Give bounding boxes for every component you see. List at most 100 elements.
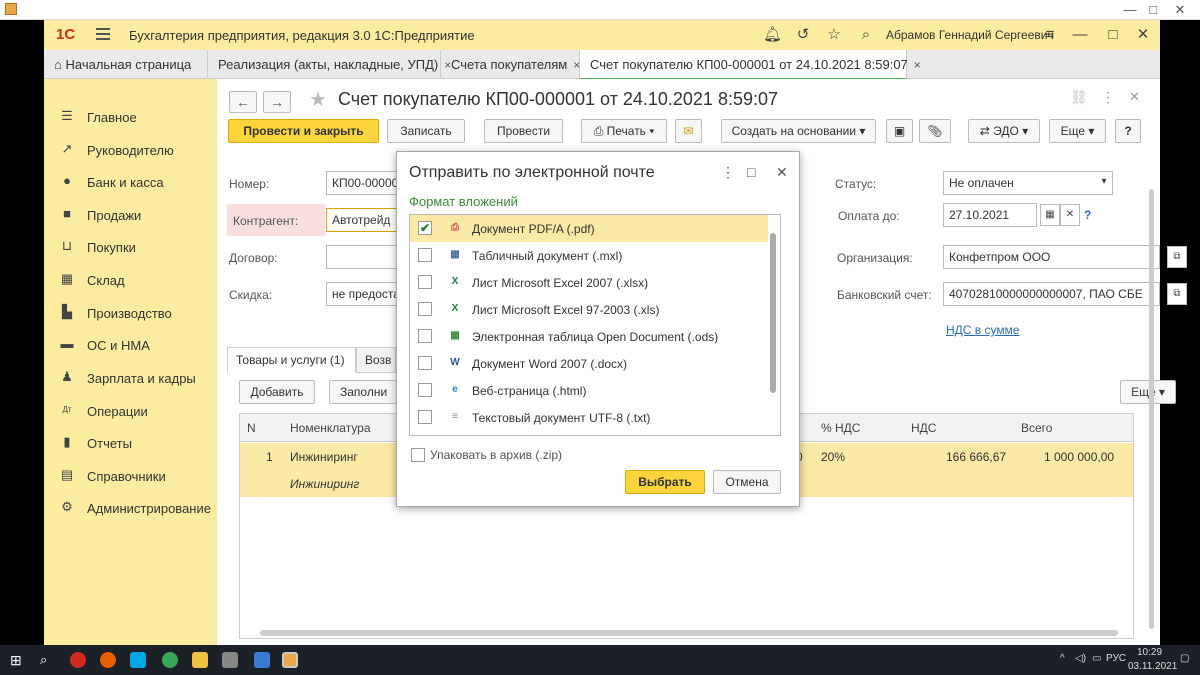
discount-field[interactable]: не предоста [326, 282, 406, 306]
app-icon[interactable] [222, 652, 238, 668]
email-icon[interactable]: ✉ [675, 119, 702, 143]
back-button[interactable]: ← [229, 91, 257, 113]
print-button[interactable]: ⎙ Печать ▾ [581, 119, 667, 143]
calendar-icon[interactable]: ▦ [1040, 204, 1060, 226]
user-name[interactable]: Абрамов Геннадий Сергеевич [886, 28, 1054, 42]
list-item[interactable]: ▦ Электронная таблица Open Document (.ods… [410, 323, 768, 350]
close-form-icon[interactable]: ✕ [1129, 89, 1140, 105]
bank-account-field[interactable]: 40702810000000000007, ПАО СБЕ [943, 282, 1160, 306]
sidebar-item-assets[interactable]: ▬ ОС и НМА [44, 330, 217, 360]
dialog-maximize-icon[interactable]: □ [747, 164, 755, 180]
checkbox[interactable] [418, 248, 432, 262]
close-icon[interactable]: ✕ [1170, 2, 1190, 18]
checkbox[interactable] [418, 383, 432, 397]
maximize-icon[interactable]: □ [1143, 2, 1163, 18]
sidebar-item-admin[interactable]: ⚙ Администрирование [44, 493, 217, 523]
history-icon[interactable]: ↺ [794, 26, 812, 44]
tab-sales[interactable]: Реализация (акты, накладные, УПД) × [208, 50, 451, 79]
cancel-button[interactable]: Отмена [713, 470, 781, 494]
checkbox[interactable] [418, 302, 432, 316]
edo-button[interactable]: ⇄ ЭДО ▾ [968, 119, 1040, 143]
bell-icon[interactable]: 🔔︎ [763, 26, 782, 44]
list-scrollbar[interactable] [770, 233, 776, 393]
sidebar-item-sales[interactable]: ■ Продажи [44, 200, 217, 230]
chrome-icon[interactable] [162, 652, 178, 668]
sidebar-item-bank[interactable]: ● Банк и касса [44, 167, 217, 197]
fill-button[interactable]: Заполни [329, 380, 399, 404]
clock-date[interactable]: 03.11.2021 [1128, 661, 1177, 672]
number-field[interactable]: КП00-00000 [326, 171, 406, 195]
open-org-icon[interactable]: ⧉ [1167, 246, 1187, 268]
minimize-icon[interactable]: — [1120, 2, 1140, 18]
sidebar-item-purchases[interactable]: ⊔ Покупки [44, 232, 217, 262]
list-item[interactable]: ✔ ⎙ Документ PDF/A (.pdf) [410, 215, 768, 242]
search-icon[interactable]: ⌕ [857, 26, 875, 44]
status-select[interactable]: Не оплачен [943, 171, 1113, 195]
post-button[interactable]: Провести [484, 119, 563, 143]
dialog-more-icon[interactable]: ⋮ [721, 164, 735, 181]
app2-icon[interactable] [254, 652, 270, 668]
grid-more-button[interactable]: Еще ▾ [1120, 380, 1176, 404]
checkbox[interactable] [418, 356, 432, 370]
list-item[interactable]: e Веб-страница (.html) [410, 377, 768, 404]
maximize-app-icon[interactable]: □ [1104, 26, 1122, 44]
vat-in-sum-link[interactable]: НДС в сумме [946, 323, 1020, 337]
organization-field[interactable]: Конфетпром ООО [943, 245, 1160, 269]
star-icon[interactable]: ☆ [825, 26, 843, 44]
checkbox[interactable] [418, 329, 432, 343]
explorer-icon[interactable] [192, 652, 208, 668]
sidebar-item-reports[interactable]: ▮ Отчеты [44, 428, 217, 458]
sidebar-item-operations[interactable]: Дт Операции [44, 396, 217, 426]
more-button[interactable]: Еще ▾ [1049, 119, 1106, 143]
clear-icon[interactable]: ✕ [1060, 204, 1080, 226]
favorite-star-icon[interactable]: ★ [309, 87, 327, 112]
tab-invoice-document[interactable]: Счет покупателю КП00-000001 от 24.10.202… [580, 50, 921, 80]
help-button[interactable]: ? [1115, 119, 1141, 143]
vertical-scrollbar[interactable] [1149, 189, 1154, 629]
search-icon[interactable]: ⌕ [40, 652, 47, 668]
save-button[interactable]: Записать [387, 119, 465, 143]
sidebar-item-salary[interactable]: ♟ Зарплата и кадры [44, 363, 217, 393]
help-question-icon[interactable]: ? [1084, 208, 1091, 222]
list-item[interactable]: X Лист Microsoft Excel 97-2003 (.xls) [410, 296, 768, 323]
post-and-close-button[interactable]: Провести и закрыть [228, 119, 379, 143]
dialog-close-icon[interactable]: ✕ [776, 164, 788, 181]
sidebar-item-warehouse[interactable]: ▦ Склад [44, 265, 217, 295]
tab-invoices[interactable]: Счета покупателям × [441, 50, 580, 79]
structure-icon[interactable]: ▣ [886, 119, 913, 143]
opera-icon[interactable] [70, 652, 86, 668]
main-menu-icon[interactable] [96, 28, 110, 40]
skype-icon[interactable] [130, 652, 146, 668]
tray-arrow-icon[interactable]: ^ [1060, 653, 1065, 664]
list-item[interactable]: W Документ Word 2007 (.docx) [410, 350, 768, 377]
zip-checkbox[interactable] [411, 448, 425, 462]
tab-goods-services[interactable]: Товары и услуги (1) [227, 347, 356, 373]
notifications-icon[interactable]: ▢ [1180, 653, 1189, 664]
settings-menu-icon[interactable]: ≡ [1041, 26, 1059, 44]
checkbox-checked[interactable]: ✔ [418, 221, 432, 235]
tab-returnable[interactable]: Возв [356, 347, 396, 373]
open-bank-icon[interactable]: ⧉ [1167, 283, 1187, 305]
pay-until-field[interactable]: 27.10.2021 [943, 203, 1037, 227]
close-app-icon[interactable]: ✕ [1134, 26, 1152, 44]
tab-home[interactable]: ⌂ Начальная страница [44, 50, 208, 79]
sidebar-item-manager[interactable]: ↗ Руководителю [44, 135, 217, 165]
sidebar-item-production[interactable]: ▙ Производство [44, 298, 217, 328]
chevron-down-icon[interactable]: ▾ [1094, 172, 1114, 194]
sidebar-item-catalogs[interactable]: ▤ Справочники [44, 461, 217, 491]
clock-time[interactable]: 10:29 [1137, 647, 1162, 658]
select-button[interactable]: Выбрать [625, 470, 705, 494]
attachment-icon[interactable]: 📎︎ [919, 119, 951, 143]
add-row-button[interactable]: Добавить [239, 380, 315, 404]
list-item[interactable]: ▦ Табличный документ (.mxl) [410, 242, 768, 269]
firefox-icon[interactable] [100, 652, 116, 668]
more-vertical-icon[interactable]: ⋮ [1101, 89, 1115, 106]
checkbox[interactable] [418, 410, 432, 424]
contractor-field[interactable]: Автотрейд [326, 208, 406, 232]
network-icon[interactable]: ▭ [1092, 653, 1101, 664]
tab-close-icon[interactable]: × [914, 58, 921, 72]
checkbox[interactable] [418, 275, 432, 289]
minimize-app-icon[interactable]: — [1071, 26, 1089, 44]
windows-start-icon[interactable]: ⊞ [10, 652, 22, 669]
list-item[interactable]: ≡ Текстовый документ UTF-8 (.txt) [410, 404, 768, 431]
